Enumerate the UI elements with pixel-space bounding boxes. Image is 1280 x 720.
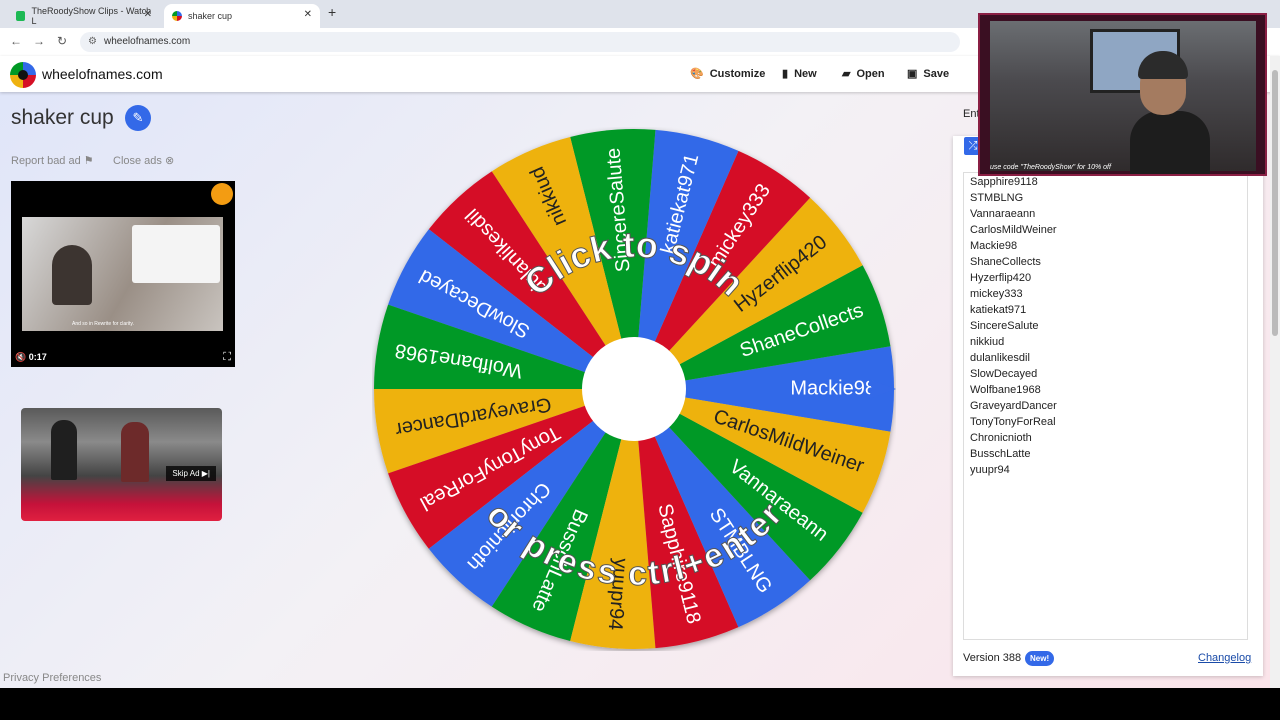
close-circle-icon: ⊗ — [164, 155, 175, 167]
ad-controls: 🔇 0:17 — [15, 352, 47, 363]
entry-line[interactable]: yuupr94 — [970, 464, 1010, 476]
page-scrollbar[interactable] — [1270, 56, 1280, 688]
tab-label: shaker cup — [188, 11, 233, 21]
customize-label: Customize — [709, 67, 766, 80]
version-text: Version 388 — [963, 652, 1022, 664]
ad-email-card — [132, 225, 220, 283]
ad-person — [121, 422, 149, 482]
entry-line[interactable]: ShaneCollects — [970, 256, 1041, 268]
entry-line[interactable]: GraveyardDancer — [970, 400, 1057, 412]
ad-time: 0:17 — [28, 352, 47, 362]
folder-icon: ▰ — [842, 68, 851, 80]
entry-line[interactable]: Chronicnioth — [970, 432, 1032, 444]
bottom-black-bar — [0, 688, 1280, 720]
site-name[interactable]: wheelofnames.com — [42, 66, 163, 82]
video-ad[interactable]: And so in Rewrite for clarity. 🔇 0:17 ⛶ — [11, 181, 235, 367]
webcam-room — [990, 21, 1256, 174]
forward-icon[interactable]: → — [33, 34, 45, 48]
spin-wheel[interactable]: Mackie98ShaneCollectsHyzerflip420mickey3… — [372, 127, 896, 651]
entry-line[interactable]: Sapphire9118 — [970, 176, 1038, 188]
display-ad[interactable]: Skip Ad ▶| — [21, 408, 222, 521]
new-button[interactable]: ▮ New — [782, 67, 817, 81]
wheel-center[interactable] — [582, 337, 686, 441]
entry-line[interactable]: SlowDecayed — [970, 368, 1037, 380]
fullscreen-icon[interactable]: ⛶ — [223, 351, 231, 364]
new-label: New — [794, 67, 817, 80]
tab-shaker-cup[interactable]: shaker cup ✕ — [164, 4, 320, 28]
flag-icon: ⚑ — [83, 155, 94, 167]
report-ad-label: Report bad ad — [11, 155, 81, 167]
entry-line[interactable]: Wolfbane1968 — [970, 384, 1041, 396]
ad-choices-icon[interactable] — [211, 183, 233, 205]
entry-line[interactable]: nikkiud — [970, 336, 1004, 348]
close-tab-icon[interactable]: ✕ — [144, 9, 152, 20]
wheel-title: shaker cup — [11, 106, 114, 129]
entry-line[interactable]: TonyTonyForReal — [970, 416, 1056, 428]
scrollbar-thumb[interactable] — [1272, 70, 1278, 336]
ad-image: And so in Rewrite for clarity. — [22, 217, 223, 331]
entry-line[interactable]: dulanlikesdil — [970, 352, 1030, 364]
file-icon: ▮ — [782, 68, 789, 80]
mute-icon[interactable]: 🔇 — [15, 352, 26, 362]
entry-line[interactable]: katiekat971 — [970, 304, 1026, 316]
reload-icon[interactable]: ↻ — [57, 34, 67, 48]
save-button[interactable]: ▣ Save — [907, 67, 950, 81]
save-label: Save — [923, 67, 950, 80]
ad-person — [51, 420, 77, 480]
report-ad-link[interactable]: Report bad ad ⚑ — [11, 154, 94, 167]
privacy-preferences-link[interactable]: Privacy Preferences — [3, 672, 101, 684]
entry-line[interactable]: CarlosMildWeiner — [970, 224, 1057, 236]
tab-roodyshow[interactable]: TheRoodyShow Clips - Watch L ✕ — [8, 4, 160, 28]
ad-subtitle: And so in Rewrite for clarity. — [72, 321, 134, 327]
floppy-icon: ▣ — [907, 68, 918, 80]
close-ads-label: Close ads — [113, 155, 162, 167]
url-field[interactable]: ⚙ wheelofnames.com — [80, 32, 960, 52]
wheel-segment-label: Mackie98 — [790, 377, 876, 399]
ad-person — [52, 245, 92, 305]
new-tab-button[interactable]: + — [328, 4, 336, 20]
entry-line[interactable]: Vannaraeann — [970, 208, 1035, 220]
changelog-link[interactable]: Changelog — [1198, 652, 1251, 664]
skip-ad-button[interactable]: Skip Ad ▶| — [166, 466, 216, 481]
close-ads-link[interactable]: Close ads ⊗ — [113, 154, 174, 167]
webcam-promo-text: use code "TheRoodyShow" for 10% off — [990, 164, 1111, 171]
palette-icon: 🎨 — [690, 68, 704, 80]
wheel-logo-icon[interactable] — [10, 62, 36, 88]
entry-line[interactable]: mickey333 — [970, 288, 1023, 300]
customize-button[interactable]: 🎨 Customize — [690, 67, 766, 81]
webcam-overlay: use code "TheRoodyShow" for 10% off — [978, 13, 1267, 176]
edit-title-pencil-icon[interactable]: ✎ — [125, 105, 151, 131]
wheel-favicon-icon — [172, 11, 182, 21]
entry-line[interactable]: SincereSalute — [970, 320, 1039, 332]
open-label: Open — [856, 67, 885, 80]
back-icon[interactable]: ← — [10, 34, 22, 48]
tab-label: TheRoodyShow Clips - Watch L — [31, 6, 152, 26]
site-info-icon[interactable]: ⚙ — [88, 32, 97, 52]
open-button[interactable]: ▰ Open — [842, 67, 885, 81]
url-text: wheelofnames.com — [104, 36, 191, 47]
new-badge: New! — [1025, 651, 1055, 666]
entry-line[interactable]: Mackie98 — [970, 240, 1017, 252]
close-tab-icon[interactable]: ✕ — [304, 9, 312, 20]
kick-favicon-icon — [16, 11, 26, 21]
skip-ad-label: Skip Ad — [172, 469, 200, 478]
entry-line[interactable]: Hyzerflip420 — [970, 272, 1031, 284]
entry-line[interactable]: BusschLatte — [970, 448, 1031, 460]
entry-line[interactable]: STMBLNG — [970, 192, 1023, 204]
